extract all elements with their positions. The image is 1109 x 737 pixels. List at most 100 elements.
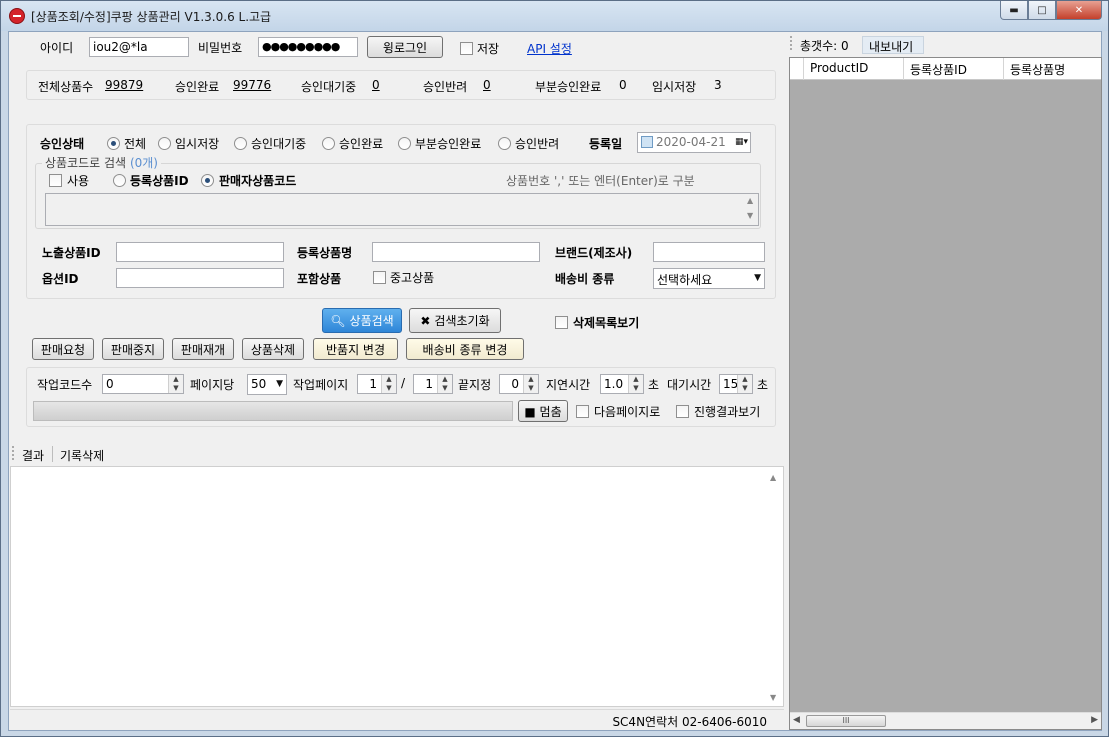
per-page-value: 50 [251, 377, 267, 391]
api-settings-link[interactable]: API 설정 [527, 40, 572, 57]
work-code-count-spinner[interactable]: 0 ▲ ▼ [102, 374, 184, 394]
grid-row-header [790, 58, 804, 80]
use-code-label: 사용 [67, 174, 90, 188]
grid-header: ProductID 등록상품ID 등록상품명 [790, 58, 1101, 80]
calendar-dropdown-icon[interactable]: ▦▾ [735, 137, 748, 147]
spinner-arrows-icon[interactable]: ▲ ▼ [523, 375, 538, 393]
results-log[interactable]: ▲ ▼ [10, 466, 784, 707]
wait-spinner[interactable]: 15 ▲ ▼ [719, 374, 753, 394]
export-button[interactable]: 내보내기 [862, 36, 924, 54]
results-scrollbar[interactable]: ▲ ▼ [766, 467, 783, 706]
toolbar-divider [52, 446, 53, 462]
delay-unit: 초 [648, 378, 660, 392]
code-input-scrollbar[interactable]: ▲ ▼ [743, 194, 760, 225]
status-option-all: 전체 [124, 137, 147, 151]
reg-id-radio[interactable] [113, 174, 126, 187]
title-bar[interactable]: [상품조회/수정]쿠팡 상품관리 V1.3.0.6 L.고급 ▬ □ ✕ [1, 1, 1108, 31]
shipping-type-change-button[interactable]: 배송비 종류 변경 [406, 338, 524, 360]
maximize-button[interactable]: □ [1028, 1, 1056, 20]
approved-value[interactable]: 99776 [233, 78, 271, 92]
sell-resume-button[interactable]: 판매재개 [172, 338, 234, 360]
used-product-checkbox[interactable] [373, 271, 386, 284]
spinner-arrows-icon[interactable]: ▲ ▼ [168, 375, 183, 393]
next-page-checkbox[interactable] [576, 405, 589, 418]
reset-search-button[interactable]: ✖ 검색초기화 [409, 308, 501, 333]
scroll-up-icon[interactable]: ▲ [770, 473, 776, 482]
per-page-select[interactable]: 50 ▼ [247, 374, 287, 395]
product-search-button[interactable]: 🔍︎ 상품검색 [322, 308, 402, 333]
option-id-input[interactable] [116, 268, 284, 288]
status-radio-rejected[interactable] [498, 137, 511, 150]
scroll-down-icon[interactable]: ▼ [747, 211, 753, 220]
spinner-arrows-icon[interactable]: ▲ ▼ [381, 375, 396, 393]
reg-date-checkbox[interactable] [641, 136, 653, 148]
option-id-label: 옵션ID [42, 272, 79, 286]
login-button[interactable]: 윙로그인 [367, 36, 443, 58]
scroll-up-icon[interactable]: ▲ [747, 196, 753, 205]
grid-hscrollbar[interactable]: ◀ III ▶ [790, 712, 1101, 729]
scroll-down-icon[interactable]: ▼ [770, 693, 776, 702]
product-delete-button[interactable]: 상품삭제 [242, 338, 304, 360]
stats-group: 전체상품수 99879 승인완료 99776 승인대기중 0 승인반려 0 부분… [26, 70, 776, 100]
scroll-right-icon[interactable]: ▶ [1091, 715, 1098, 725]
deleted-list-checkbox[interactable] [555, 316, 568, 329]
end-page-spinner[interactable]: 0 ▲ ▼ [499, 374, 539, 394]
minimize-button[interactable]: ▬ [1000, 1, 1028, 20]
status-radio-all[interactable] [107, 137, 120, 150]
column-product-id[interactable]: ProductID [804, 58, 904, 80]
total-count-value[interactable]: 99879 [105, 78, 143, 92]
close-button[interactable]: ✕ [1056, 1, 1102, 20]
product-grid[interactable]: ProductID 등록상품ID 등록상품명 ◀ III ▶ [789, 57, 1102, 730]
status-radio-waiting[interactable] [234, 137, 247, 150]
use-code-checkbox[interactable] [49, 174, 62, 187]
work-page-spinner[interactable]: 1 ▲ ▼ [357, 374, 397, 394]
save-login-checkbox[interactable] [460, 42, 473, 55]
page-separator: / [401, 376, 406, 390]
status-radio-approved[interactable] [322, 137, 335, 150]
rejected-value[interactable]: 0 [483, 78, 491, 92]
clear-log-button[interactable]: 기록삭제 [60, 447, 104, 464]
end-page-label: 끝지정 [458, 378, 492, 392]
spinner-arrows-icon[interactable]: ▲ ▼ [437, 375, 452, 393]
waiting-value[interactable]: 0 [372, 78, 380, 92]
show-progress-checkbox[interactable] [676, 405, 689, 418]
toolbar-grip [12, 446, 14, 460]
status-option-partial: 부분승인완료 [415, 137, 482, 151]
result-tab[interactable]: 결과 [22, 447, 44, 464]
column-reg-product-name[interactable]: 등록상품명 [1004, 58, 1101, 80]
exposed-id-input[interactable] [116, 242, 284, 262]
app-logo-icon [9, 8, 25, 24]
sell-request-button[interactable]: 판매요청 [32, 338, 94, 360]
reg-date-value: 2020-04-21 [656, 135, 726, 149]
status-radio-temp[interactable] [158, 137, 171, 150]
column-reg-product-id[interactable]: 등록상품ID [904, 58, 1004, 80]
spinner-arrows-icon[interactable]: ▲ ▼ [737, 375, 752, 393]
stop-button[interactable]: ■ 멈춤 [518, 400, 568, 422]
seller-code-radio[interactable] [201, 174, 214, 187]
brand-input[interactable] [653, 242, 765, 262]
password-field[interactable]: ●●●●●●●●● [258, 37, 358, 57]
return-address-change-button[interactable]: 반품지 변경 [313, 338, 398, 360]
id-field[interactable]: iou2@*la [89, 37, 189, 57]
code-input-area[interactable] [45, 193, 759, 226]
next-page-label: 다음페이지로 [594, 405, 661, 419]
used-product-label: 중고상품 [390, 271, 435, 285]
shipping-type-select[interactable]: 선택하세요 ▼ [653, 268, 765, 289]
scroll-thumb[interactable]: III [806, 715, 886, 727]
reg-name-label: 등록상품명 [297, 246, 353, 260]
scroll-left-icon[interactable]: ◀ [793, 715, 800, 725]
spinner-arrows-icon[interactable]: ▲ ▼ [628, 375, 643, 393]
reg-date-picker[interactable]: 2020-04-21 ▦▾ [637, 132, 751, 153]
delay-spinner[interactable]: 1.0 ▲ ▼ [600, 374, 644, 394]
wait-label: 대기시간 [667, 378, 712, 392]
work-page-total-spinner[interactable]: 1 ▲ ▼ [413, 374, 453, 394]
sell-stop-button[interactable]: 판매중지 [102, 338, 164, 360]
right-toolbar-grip [790, 36, 792, 50]
seller-code-label: 판매자상품코드 [219, 174, 297, 188]
status-radio-partial[interactable] [398, 137, 411, 150]
shipping-type-value: 선택하세요 [657, 273, 713, 287]
contact-info: SC4N연락처 02-6406-6010 [612, 715, 767, 729]
reg-name-input[interactable] [372, 242, 540, 262]
delay-label: 지연시간 [546, 378, 591, 392]
client-area: 아이디 iou2@*la 비밀번호 ●●●●●●●●● 윙로그인 저장 API … [8, 31, 1102, 731]
